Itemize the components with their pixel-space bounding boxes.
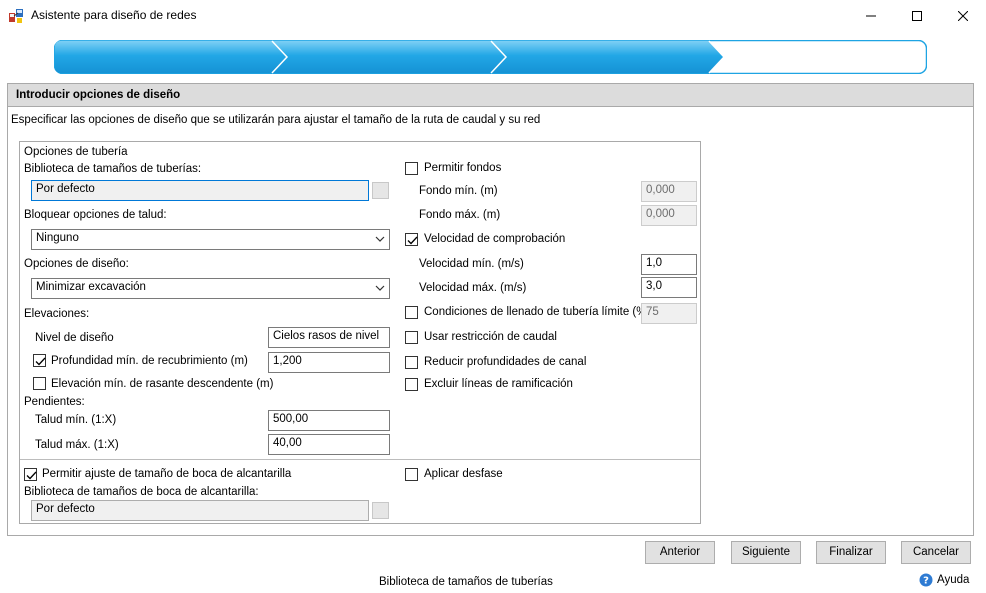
min-invert-label: Elevación mín. de rasante descendente (m… <box>51 378 274 390</box>
min-sump-input[interactable]: 0,000 <box>641 181 697 202</box>
back-button[interactable]: Anterior <box>645 541 715 564</box>
panel-description: Especificar las opciones de diseño que s… <box>11 114 541 126</box>
min-slope-input[interactable]: 500,00 <box>268 410 390 431</box>
status-text: Biblioteca de tamaños de tuberías <box>379 576 553 588</box>
reduce-depth-checkbox[interactable] <box>405 356 418 369</box>
chevron-down-icon <box>375 236 385 242</box>
help-label: Ayuda <box>937 574 970 586</box>
group-divider <box>20 459 700 460</box>
finish-button[interactable]: Finalizar <box>816 541 886 564</box>
check-velocity-checkbox[interactable] <box>405 233 418 246</box>
inlet-library-field[interactable]: Por defecto <box>31 500 369 521</box>
elevations-label: Elevaciones: <box>24 308 90 320</box>
network-design-icon <box>8 8 24 24</box>
maximize-icon <box>912 11 922 21</box>
design-level-label: Nivel de diseño <box>35 332 114 344</box>
max-slope-label: Talud máx. (1:X) <box>35 439 119 451</box>
allow-sumps-checkbox[interactable] <box>405 162 418 175</box>
svg-text:?: ? <box>923 576 929 587</box>
pipe-options-title: Opciones de tubería <box>24 146 128 158</box>
checkmark-icon <box>35 357 46 366</box>
maximize-button[interactable] <box>894 0 940 32</box>
flow-restriction-label: Usar restricción de caudal <box>424 331 557 343</box>
reduce-depth-label: Reducir profundidades de canal <box>424 356 587 368</box>
min-velocity-input[interactable]: 1,0 <box>641 254 697 275</box>
close-icon <box>958 11 968 21</box>
fill-conditions-label: Condiciones de llenado de tubería límite… <box>424 306 651 318</box>
slope-lock-value: Ninguno <box>36 232 79 244</box>
pipe-library-label: Biblioteca de tamaños de tuberías: <box>24 163 202 175</box>
pipe-library-browse-button[interactable] <box>372 182 389 199</box>
inlet-resize-label: Permitir ajuste de tamaño de boca de alc… <box>42 468 292 480</box>
min-sump-label: Fondo mín. (m) <box>419 185 498 197</box>
design-options-value: Minimizar excavación <box>36 281 146 293</box>
fill-conditions-checkbox[interactable] <box>405 306 418 319</box>
design-options-select[interactable]: Minimizar excavación <box>31 278 390 299</box>
exclude-branch-label: Excluir líneas de ramificación <box>424 378 573 390</box>
inlet-library-browse-button[interactable] <box>372 502 389 519</box>
design-level-select[interactable]: Cielos rasos de nivel <box>268 327 390 348</box>
design-level-value: Cielos rasos de nivel <box>273 330 380 342</box>
allow-sumps-label: Permitir fondos <box>424 162 502 174</box>
exclude-branch-checkbox[interactable] <box>405 378 418 391</box>
min-slope-label: Talud mín. (1:X) <box>35 414 117 426</box>
min-cover-input[interactable]: 1,200 <box>268 352 390 373</box>
max-slope-input[interactable]: 40,00 <box>268 434 390 455</box>
close-button[interactable] <box>940 0 986 32</box>
slope-lock-select[interactable]: Ninguno <box>31 229 390 250</box>
slope-lock-label: Bloquear opciones de talud: <box>24 209 167 221</box>
max-velocity-input[interactable]: 3,0 <box>641 277 697 298</box>
check-velocity-label: Velocidad de comprobación <box>424 233 566 245</box>
next-button[interactable]: Siguiente <box>731 541 801 564</box>
min-invert-checkbox[interactable] <box>33 377 46 390</box>
inlet-resize-checkbox[interactable] <box>24 468 37 481</box>
help-icon: ? <box>919 573 933 587</box>
checkmark-icon <box>26 471 37 480</box>
min-cover-checkbox[interactable] <box>33 354 46 367</box>
max-velocity-label: Velocidad máx. (m/s) <box>419 282 527 294</box>
minimize-icon <box>866 15 876 17</box>
window-title: Asistente para diseño de redes <box>31 8 197 22</box>
chevron-down-icon <box>375 285 385 291</box>
cancel-button[interactable]: Cancelar <box>901 541 971 564</box>
min-velocity-label: Velocidad mín. (m/s) <box>419 258 524 270</box>
design-options-label: Opciones de diseño: <box>24 258 129 270</box>
apply-offset-label: Aplicar desfase <box>424 468 503 480</box>
min-cover-label: Profundidad mín. de recubrimiento (m) <box>51 355 248 367</box>
slopes-label: Pendientes: <box>24 396 85 408</box>
apply-offset-checkbox[interactable] <box>405 468 418 481</box>
pipe-library-field[interactable]: Por defecto <box>31 180 369 201</box>
max-sump-label: Fondo máx. (m) <box>419 209 501 221</box>
flow-restriction-checkbox[interactable] <box>405 331 418 344</box>
minimize-button[interactable] <box>848 0 894 32</box>
max-sump-input[interactable]: 0,000 <box>641 205 697 226</box>
inlet-library-label: Biblioteca de tamaños de boca de alcanta… <box>24 486 259 498</box>
panel-header: Introducir opciones de diseño <box>8 84 973 107</box>
wizard-progress <box>53 39 928 75</box>
checkmark-icon <box>407 236 418 245</box>
help-link[interactable]: ? Ayuda <box>919 573 969 587</box>
fill-conditions-input[interactable]: 75 <box>641 303 697 324</box>
